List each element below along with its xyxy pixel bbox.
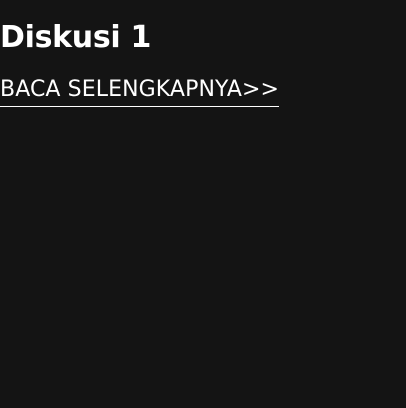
card-title: Diskusi 1 [0,20,152,55]
discussion-card: Diskusi 1 BACA SELENGKAPNYA>> [0,0,406,408]
read-more-link[interactable]: BACA SELENGKAPNYA>> [0,76,280,107]
